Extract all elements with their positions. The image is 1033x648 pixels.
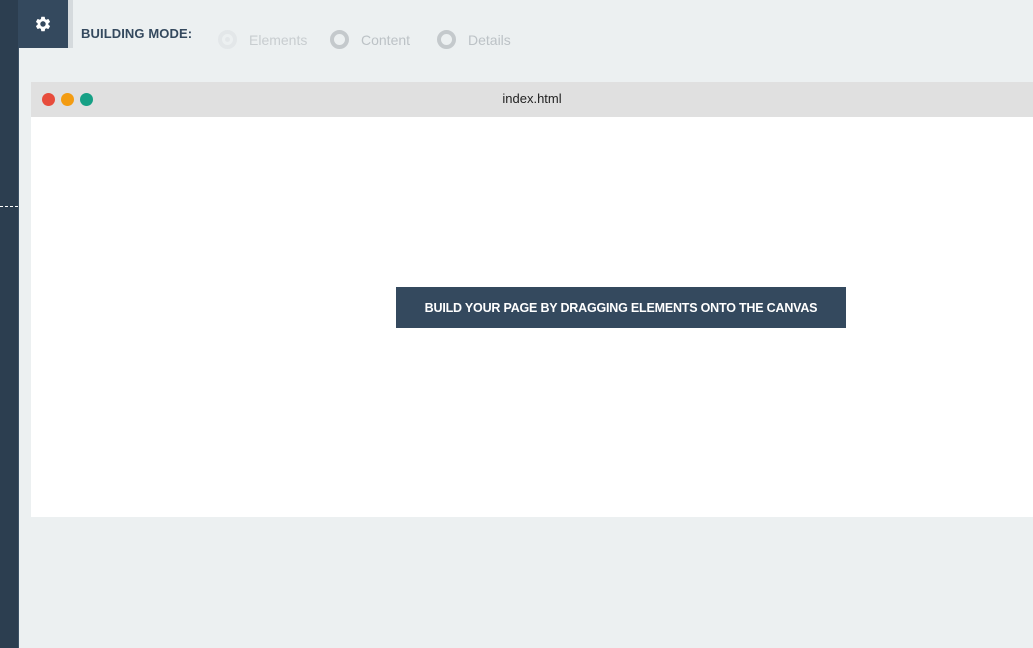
settings-button[interactable]	[18, 0, 73, 48]
mode-radio-label: Content	[361, 31, 411, 48]
mode-radio-elements[interactable]: Elements	[218, 30, 307, 49]
radio-dot[interactable]	[330, 30, 349, 49]
mode-radio-content[interactable]: Content	[330, 30, 410, 49]
mode-radio-label: Details	[468, 31, 511, 48]
mode-radio-label: Elements	[249, 31, 308, 48]
radio-dot[interactable]	[437, 30, 456, 49]
rail-divider	[0, 206, 18, 207]
left-sidebar-rail	[0, 0, 19, 648]
radio-dot[interactable]	[218, 30, 237, 49]
window-titlebar: index.html	[31, 82, 1033, 117]
browser-window: index.html BUILD YOUR PAGE BY DRAGGING E…	[31, 82, 1033, 517]
gear-icon	[35, 16, 51, 32]
mode-radio-details[interactable]: Details	[437, 30, 511, 49]
building-mode-label: BUILDING MODE:	[81, 26, 193, 41]
window-title: index.html	[502, 91, 562, 106]
page-canvas[interactable]: BUILD YOUR PAGE BY DRAGGING ELEMENTS ONT…	[31, 117, 1033, 517]
canvas-placeholder-message: BUILD YOUR PAGE BY DRAGGING ELEMENTS ONT…	[396, 287, 846, 328]
